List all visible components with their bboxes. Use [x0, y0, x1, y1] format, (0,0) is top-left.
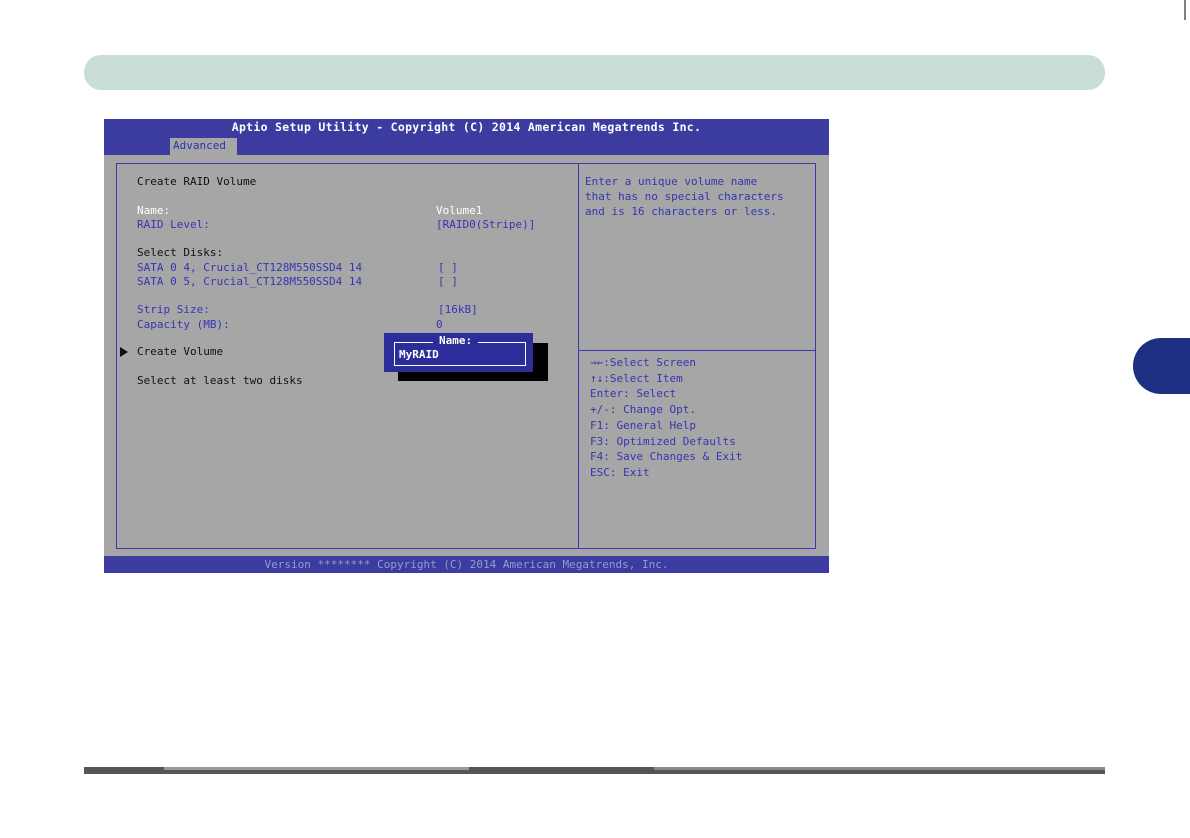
strip-size-label[interactable]: Strip Size: — [137, 303, 210, 316]
bios-title: Aptio Setup Utility - Copyright (C) 2014… — [231, 120, 702, 134]
disk-item-label[interactable]: SATA 0 4, Crucial_CT128M550SSD4 14 — [137, 261, 362, 274]
raid-level-label[interactable]: RAID Level: — [137, 218, 210, 231]
disk-item-checkbox[interactable]: [ ] — [438, 275, 458, 288]
rule-highlight — [164, 767, 469, 770]
disk-item-label[interactable]: SATA 0 5, Crucial_CT128M550SSD4 14 — [137, 275, 362, 288]
panel-divider — [578, 163, 579, 549]
key-help-line: ↑↓:Select Item — [590, 372, 683, 385]
tab-advanced[interactable]: Advanced — [170, 138, 237, 155]
create-volume-item[interactable]: Create Volume — [137, 345, 223, 358]
name-value[interactable]: Volume1 — [436, 204, 482, 217]
strip-size-value[interactable]: [16kB] — [438, 303, 478, 316]
help-line: that has no special characters — [585, 190, 784, 203]
bios-header: Aptio Setup Utility - Copyright (C) 2014… — [104, 119, 829, 155]
selection-arrow-icon — [120, 347, 128, 357]
key-help-line: Enter: Select — [590, 387, 677, 400]
key-help-line: F3: Optimized Defaults — [590, 435, 736, 448]
key-help-line: →←:Select Screen — [590, 356, 696, 369]
key-help-line: F1: General Help — [590, 419, 696, 432]
raid-level-value[interactable]: [RAID0(Stripe)] — [436, 218, 535, 231]
chapter-side-tab — [1133, 338, 1190, 394]
help-line: Enter a unique volume name — [585, 175, 758, 188]
select-disks-label: Select Disks: — [137, 246, 224, 259]
bottom-rule — [84, 767, 1105, 774]
key-help-line: ESC: Exit — [590, 466, 650, 479]
select-note: Select at least two disks — [137, 374, 303, 387]
key-help-line: +/-: Change Opt. — [590, 403, 696, 416]
capacity-value: 0 — [436, 318, 443, 331]
rule-highlight — [654, 767, 1105, 770]
crop-mark — [1184, 0, 1186, 20]
popup-title: Name: — [433, 335, 479, 347]
section-title: Create RAID Volume — [137, 175, 257, 188]
name-input-popup: Name: MyRAID — [384, 333, 533, 372]
bios-footer: Version ******** Copyright (C) 2014 Amer… — [104, 556, 829, 573]
bios-footer-text: Version ******** Copyright (C) 2014 Amer… — [264, 558, 669, 571]
help-line: and is 16 characters or less. — [585, 205, 778, 218]
help-divider — [578, 350, 816, 351]
bios-screen: Aptio Setup Utility - Copyright (C) 2014… — [104, 119, 829, 573]
capacity-label: Capacity (MB): — [137, 318, 230, 331]
popup-input-value[interactable]: MyRAID — [399, 348, 439, 361]
key-help-line: F4: Save Changes & Exit — [590, 450, 743, 463]
disk-item-checkbox[interactable]: [ ] — [438, 261, 458, 274]
page-header-banner — [84, 55, 1105, 90]
name-label[interactable]: Name: — [137, 204, 170, 217]
